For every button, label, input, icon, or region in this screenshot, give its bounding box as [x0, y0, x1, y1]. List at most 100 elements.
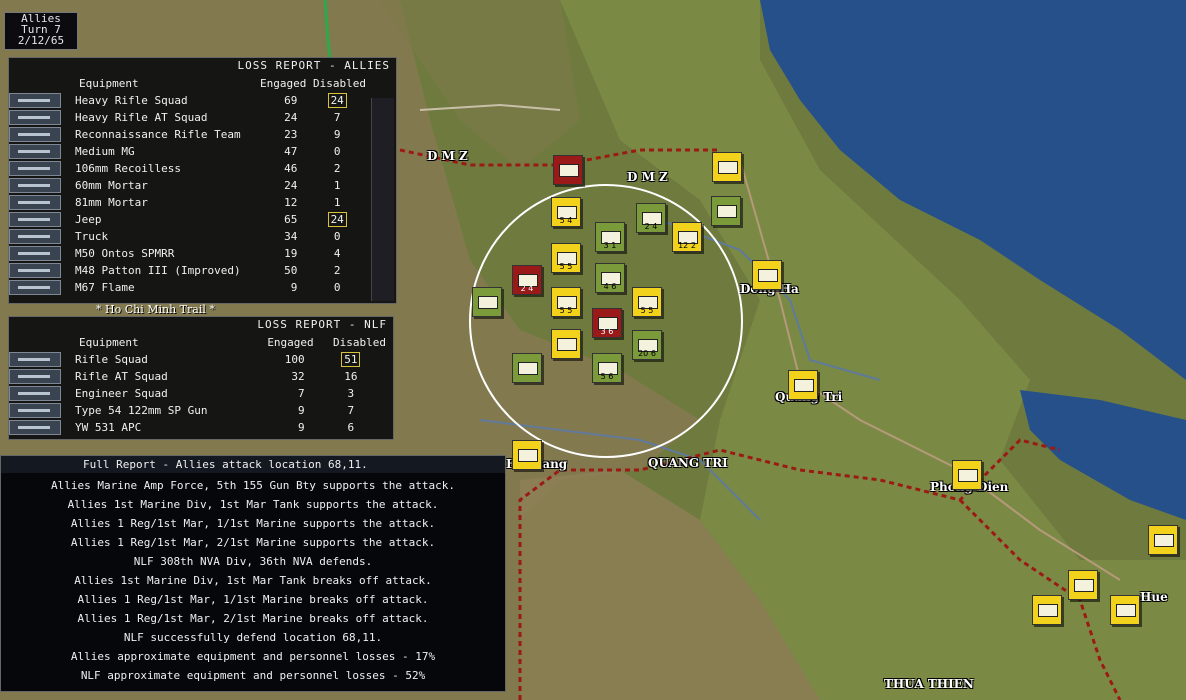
unit-counter-green-5[interactable]	[472, 287, 502, 317]
unit-type-icon	[958, 469, 978, 482]
allies-header-disabled: Disabled	[313, 76, 366, 90]
allies-row[interactable]: Heavy Rifle Squad 69 24	[9, 92, 367, 109]
map-label-hue: Hue	[1140, 590, 1168, 604]
allies-row-icon-cell	[9, 109, 69, 126]
allies-row[interactable]: M50 Ontos SPMRR 19 4	[9, 245, 367, 262]
allies-row[interactable]: Medium MG 47 0	[9, 143, 367, 160]
nlf-header-disabled: Disabled	[333, 335, 386, 349]
equipment-icon	[9, 403, 61, 418]
full-report-lines: Allies Marine Amp Force, 5th 155 Gun Bty…	[1, 473, 505, 685]
nlf-loss-table: Equipment Engaged Disabled Rifle Squad 10…	[9, 333, 387, 436]
allies-disabled-count: 9	[333, 128, 341, 141]
equipment-icon	[9, 93, 61, 108]
allies-row-icon-cell	[9, 143, 69, 160]
allies-row-icon-cell	[9, 177, 69, 194]
unit-counter-red-2[interactable]: 2 4	[512, 265, 542, 295]
unit-counter-green-4[interactable]: 4 6	[595, 263, 625, 293]
allies-row-icon-cell	[9, 211, 69, 228]
unit-type-icon	[518, 449, 538, 462]
allies-row-icon-cell	[9, 228, 69, 245]
unit-counter-green-2[interactable]: 2 4	[636, 203, 666, 233]
allies-engaged-count: 47	[284, 145, 298, 158]
unit-counter-yellow-11[interactable]	[952, 460, 982, 490]
allies-engaged-count: 19	[284, 247, 298, 260]
allies-disabled-count: 0	[333, 281, 341, 294]
allies-row[interactable]: 106mm Recoilless 46 2	[9, 160, 367, 177]
unit-counter-yellow-5[interactable]: 5 5	[551, 287, 581, 317]
nlf-equipment-name: Rifle AT Squad	[75, 370, 168, 383]
allies-row[interactable]: Reconnaissance Rifle Team 23 9	[9, 126, 367, 143]
allies-row[interactable]: Truck 34 0	[9, 228, 367, 245]
unit-counter-yellow-14[interactable]	[1068, 570, 1098, 600]
nlf-row[interactable]: Engineer Squad 7 3	[9, 385, 387, 402]
allies-row[interactable]: M48 Patton III (Improved) 50 2	[9, 262, 367, 279]
unit-counter-green-3[interactable]	[711, 196, 741, 226]
unit-strength-label: 2 4	[520, 284, 534, 293]
unit-counter-yellow-6[interactable]: 5 5	[632, 287, 662, 317]
nlf-row[interactable]: Rifle Squad 100 51	[9, 351, 387, 368]
nlf-disabled-count: 51	[341, 352, 361, 367]
unit-type-icon	[718, 161, 738, 174]
unit-counter-green-1[interactable]: 3 1	[595, 222, 625, 252]
unit-counter-yellow-15[interactable]	[1110, 595, 1140, 625]
allies-row[interactable]: Heavy Rifle AT Squad 24 7	[9, 109, 367, 126]
allies-engaged-count: 12	[284, 196, 298, 209]
full-report-line: Allies 1 Reg/1st Mar, 1/1st Marine suppo…	[70, 517, 436, 530]
allies-equipment-name: Truck	[75, 230, 109, 243]
unit-counter-green-8[interactable]	[512, 353, 542, 383]
allies-disabled-cell: 7	[307, 109, 367, 126]
unit-counter-yellow-9[interactable]	[788, 370, 818, 400]
unit-counter-yellow-1[interactable]: 5 4	[551, 197, 581, 227]
unit-counter-yellow-3[interactable]	[712, 152, 742, 182]
turn-date: 2/12/65	[17, 34, 65, 47]
unit-counter-red-3[interactable]: 3 6	[592, 308, 622, 338]
allies-disabled-count: 2	[333, 162, 341, 175]
allies-row[interactable]: 60mm Mortar 24 1	[9, 177, 367, 194]
allies-disabled-cell: 0	[307, 228, 367, 245]
equipment-icon	[9, 386, 61, 401]
unit-counter-yellow-2[interactable]: 12 2	[672, 222, 702, 252]
allies-disabled-count: 0	[333, 145, 341, 158]
allies-disabled-count: 1	[333, 196, 341, 209]
allies-loss-report-title: LOSS REPORT - ALLIES	[237, 59, 390, 72]
allies-disabled-cell: 9	[307, 126, 367, 143]
allies-row[interactable]: Jeep 65 24	[9, 211, 367, 228]
nlf-row-icon-cell	[9, 385, 69, 402]
nlf-equipment-name: YW 531 APC	[75, 421, 142, 434]
unit-counter-red-1[interactable]	[553, 155, 583, 185]
unit-counter-yellow-10[interactable]	[512, 440, 542, 470]
allies-equipment-name: 81mm Mortar	[75, 196, 148, 209]
allies-engaged-count: 46	[284, 162, 298, 175]
full-report-line: Allies 1 Reg/1st Mar, 1/1st Marine break…	[77, 593, 429, 606]
allies-row[interactable]: 81mm Mortar 12 1	[9, 194, 367, 211]
nlf-row[interactable]: Rifle AT Squad 32 16	[9, 368, 387, 385]
unit-counter-yellow-13[interactable]	[1032, 595, 1062, 625]
map-label-dmz-left: D M Z	[427, 149, 468, 163]
allies-row-icon-cell	[9, 126, 69, 143]
unit-strength-label: 5 5	[640, 306, 654, 315]
equipment-icon	[9, 144, 61, 159]
unit-type-icon	[758, 269, 778, 282]
nlf-disabled-cell: 7	[315, 402, 387, 419]
unit-counter-yellow-4[interactable]: 5 5	[551, 243, 581, 273]
allies-report-scrollbar[interactable]	[371, 98, 394, 301]
nlf-row[interactable]: Type 54 122mm SP Gun 9 7	[9, 402, 387, 419]
nlf-disabled-cell: 3	[315, 385, 387, 402]
equipment-icon	[9, 195, 61, 210]
allies-disabled-count: 2	[333, 264, 341, 277]
allies-disabled-cell: 24	[307, 211, 367, 228]
unit-counter-green-7[interactable]: 5 6	[592, 353, 622, 383]
allies-disabled-cell: 1	[307, 194, 367, 211]
allies-equipment-name: Medium MG	[75, 145, 135, 158]
nlf-row[interactable]: YW 531 APC 9 6	[9, 419, 387, 436]
allies-disabled-cell: 0	[307, 279, 367, 296]
unit-counter-yellow-7[interactable]	[551, 329, 581, 359]
unit-counter-yellow-8[interactable]	[752, 260, 782, 290]
nlf-loss-report-panel: LOSS REPORT - NLF Equipment Engaged Disa…	[8, 316, 394, 440]
unit-counter-yellow-12[interactable]	[1148, 525, 1178, 555]
allies-row[interactable]: M67 Flame 9 0	[9, 279, 367, 296]
allies-equipment-name: 106mm Recoilless	[75, 162, 181, 175]
unit-counter-green-6[interactable]: 20 6	[632, 330, 662, 360]
equipment-icon	[9, 229, 61, 244]
map-label-dmz-center: D M Z	[627, 170, 668, 184]
